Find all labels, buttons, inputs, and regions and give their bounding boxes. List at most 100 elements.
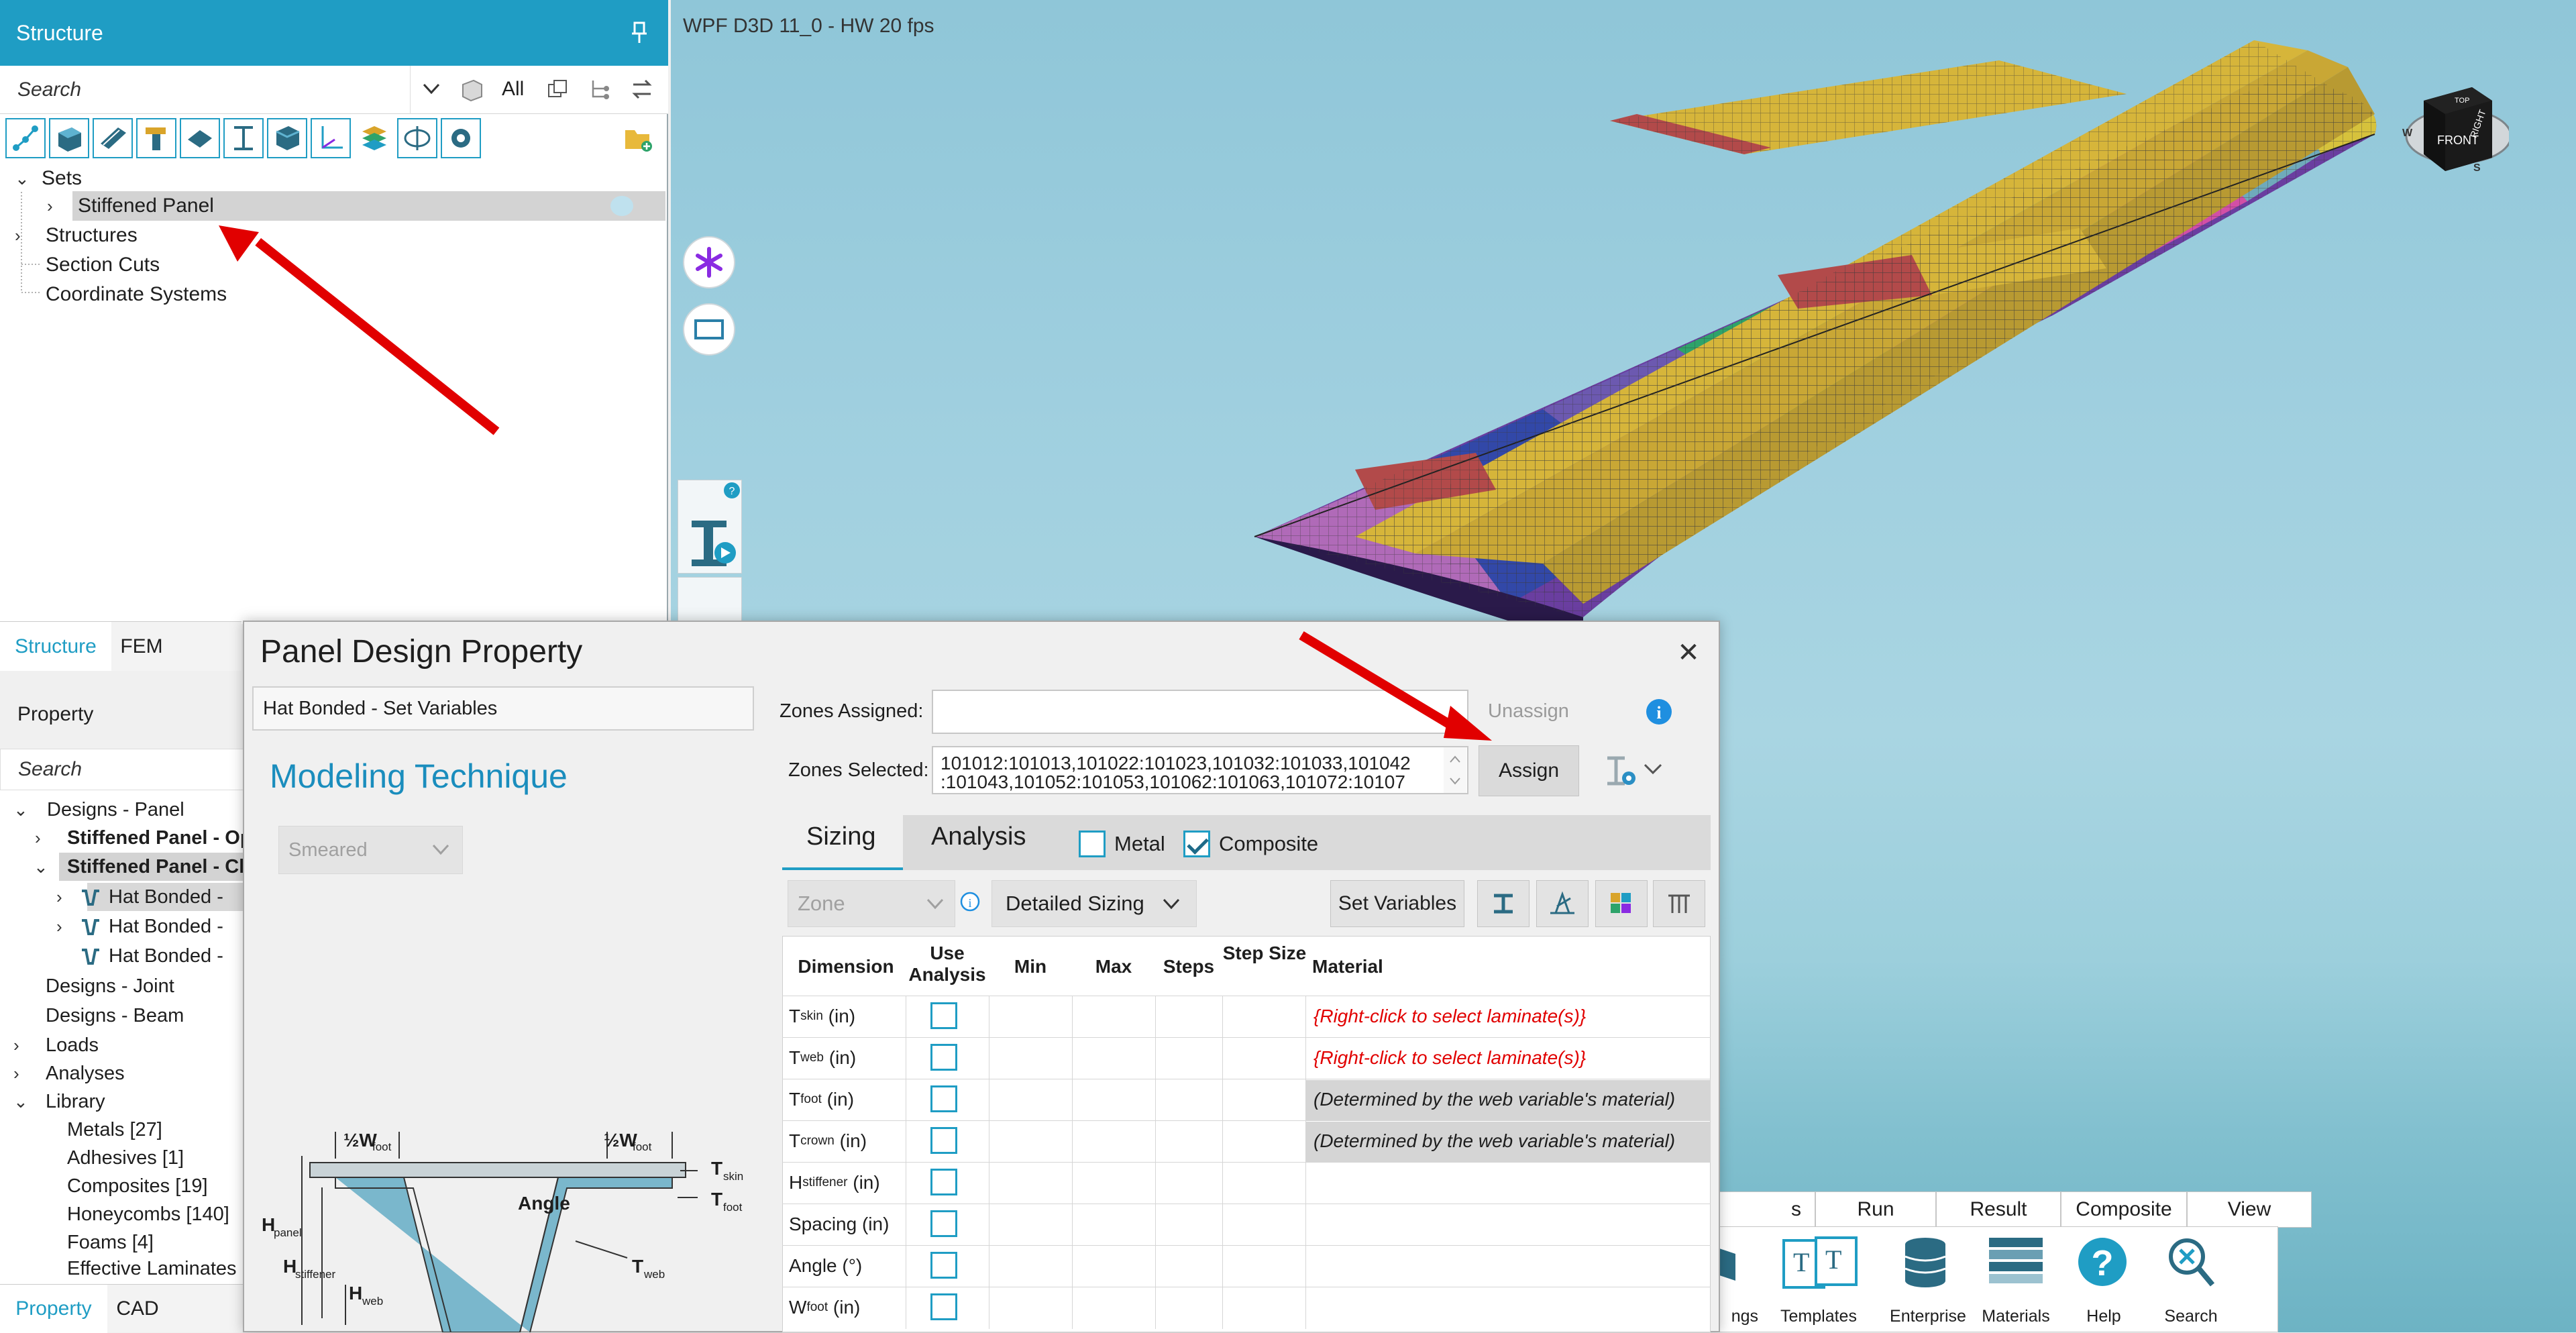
tree-item-stiffened-panel-op[interactable]: › Stiffened Panel - Op (35, 824, 252, 852)
grid-steps-cell[interactable] (1155, 1204, 1222, 1245)
tree-item-designs-beam[interactable]: Designs - Beam (46, 1002, 184, 1030)
set-variables-button[interactable]: Set Variables (1330, 880, 1464, 927)
use-analysis-checkbox[interactable] (930, 1002, 957, 1029)
property-search-input[interactable]: Search (0, 749, 246, 790)
grid-step-size-cell[interactable] (1222, 1120, 1305, 1162)
ribbon-tab-view[interactable]: View (2187, 1191, 2312, 1228)
grid-min-cell[interactable] (989, 1079, 1072, 1120)
node-tool-button[interactable] (5, 118, 46, 158)
tree-item-coordinate-systems[interactable]: Coordinate Systems (46, 280, 227, 309)
chevron-right-icon[interactable]: › (13, 1063, 34, 1084)
grid-step-size-cell[interactable] (1222, 1245, 1305, 1287)
unassign-button[interactable]: Unassign (1488, 700, 1569, 723)
grid-min-cell[interactable] (989, 1162, 1072, 1204)
tree-item-stiffened-panel-cl[interactable]: ⌄ Stiffened Panel - Cl (34, 853, 244, 881)
zones-scrollbar[interactable] (1444, 747, 1466, 793)
use-analysis-checkbox[interactable] (930, 1293, 957, 1320)
tree-item-designs-panel[interactable]: ⌄ Designs - Panel (13, 796, 184, 824)
grid-material-cell[interactable] (1308, 1287, 1313, 1328)
grid-steps-cell[interactable] (1155, 996, 1222, 1037)
ribbon-tab-composite[interactable]: Composite (2061, 1191, 2187, 1228)
stiffener-options-button[interactable] (1603, 753, 1638, 792)
grid-material-cell[interactable]: {Right-click to select laminate(s)} (1308, 1038, 1586, 1078)
all-filter-label[interactable]: All (502, 78, 524, 101)
grid-max-cell[interactable] (1072, 1079, 1155, 1120)
tree-item-hat-bonded-2[interactable]: › Hat Bonded - (56, 912, 223, 941)
structure-search-input[interactable]: Search (0, 66, 411, 114)
grid-max-cell[interactable] (1072, 996, 1155, 1037)
axis-tool-button[interactable] (311, 118, 351, 158)
ribbon-tab-partial[interactable]: s (1715, 1191, 1815, 1228)
grid-min-cell[interactable] (989, 1120, 1072, 1162)
grid-step-size-cell[interactable] (1222, 1037, 1305, 1079)
grid-max-cell[interactable] (1072, 1037, 1155, 1079)
grid-material-cell[interactable]: (Determined by the web variable's materi… (1308, 1121, 1675, 1161)
grid-max-cell[interactable] (1072, 1120, 1155, 1162)
use-analysis-checkbox[interactable] (930, 1044, 957, 1071)
ribbon-button-search[interactable]: Search (2147, 1227, 2235, 1333)
visibility-dot-icon[interactable] (610, 196, 633, 216)
modeling-technique-dropdown[interactable]: Smeared (278, 826, 463, 874)
settings-tool-button[interactable] (441, 118, 481, 158)
grid-steps-cell[interactable] (1155, 1162, 1222, 1204)
ribbon-button-settings[interactable]: ngs (1715, 1227, 1758, 1333)
grid-steps-cell[interactable] (1155, 1287, 1222, 1328)
chevron-right-icon[interactable]: › (56, 887, 76, 908)
section-tool-button[interactable] (397, 118, 437, 158)
tree-item-stiffened-panel[interactable]: › Stiffened Panel (47, 191, 214, 221)
chevron-right-icon[interactable]: › (47, 196, 67, 217)
new-folder-button[interactable] (623, 123, 653, 156)
tree-item-effective-laminates[interactable]: Effective Laminates (67, 1257, 237, 1281)
ribbon-button-enterprise[interactable]: Enterprise (1884, 1227, 1972, 1333)
grid-step-size-cell[interactable] (1222, 1079, 1305, 1120)
tree-item-section-cuts[interactable]: Section Cuts (46, 250, 160, 280)
grid-steps-cell[interactable] (1155, 1120, 1222, 1162)
sizing-mode-dropdown[interactable]: Detailed Sizing (991, 880, 1197, 927)
tree-item-adhesives[interactable]: Adhesives [1] (67, 1144, 184, 1172)
close-icon[interactable]: ✕ (1673, 637, 1704, 668)
metal-checkbox[interactable] (1079, 831, 1106, 857)
ribbon-tab-run[interactable]: Run (1815, 1191, 1936, 1228)
grid-material-cell[interactable] (1308, 1163, 1313, 1203)
grid-min-cell[interactable] (989, 1245, 1072, 1287)
tree-item-foams[interactable]: Foams [4] (67, 1228, 154, 1257)
panel-tool-button[interactable] (93, 118, 133, 158)
cube-filter-icon[interactable] (459, 76, 484, 105)
layers-tool-button[interactable] (356, 118, 393, 158)
chevron-right-icon[interactable]: › (56, 916, 76, 937)
grid-max-cell[interactable] (1072, 1245, 1155, 1287)
grid-material-cell[interactable]: (Determined by the web variable's materi… (1308, 1079, 1675, 1120)
beam-tool-button[interactable] (136, 118, 176, 158)
grid-steps-cell[interactable] (1155, 1245, 1222, 1287)
view-cube[interactable]: FRONT RIGHT TOP W S (2398, 64, 2512, 178)
grid-steps-cell[interactable] (1155, 1037, 1222, 1079)
grid-step-size-cell[interactable] (1222, 1287, 1305, 1328)
ribbon-tab-result[interactable]: Result (1936, 1191, 2061, 1228)
box-select-button[interactable] (683, 303, 735, 356)
tab-cad[interactable]: CAD (107, 1285, 168, 1333)
chevron-down-icon[interactable] (421, 78, 441, 101)
ribbon-button-help[interactable]: ? Help (2060, 1227, 2147, 1333)
chevron-down-icon[interactable]: ⌄ (15, 168, 35, 189)
tab-analysis[interactable]: Analysis (931, 822, 1026, 851)
chevron-down-icon[interactable]: ⌄ (13, 800, 34, 820)
tree-item-hat-bonded-1[interactable]: › Hat Bonded - (56, 883, 223, 911)
tab-property[interactable]: Property (0, 1285, 107, 1333)
tree-item-analyses[interactable]: › Analyses (13, 1059, 125, 1087)
tree-item-sets[interactable]: ⌄ Sets (15, 164, 82, 193)
tab-fem[interactable]: FEM (111, 622, 172, 672)
design-name-field[interactable]: Hat Bonded - Set Variables (252, 686, 754, 731)
tree-item-honeycombs[interactable]: Honeycombs [140] (67, 1200, 229, 1228)
grid-step-size-cell[interactable] (1222, 996, 1305, 1037)
grid-step-size-cell[interactable] (1222, 1204, 1305, 1245)
use-analysis-checkbox[interactable] (930, 1210, 957, 1237)
tree-item-composites[interactable]: Composites [19] (67, 1172, 208, 1200)
tree-item-library[interactable]: ⌄ Library (13, 1087, 105, 1116)
hierarchy-icon[interactable] (588, 78, 610, 104)
grid-max-cell[interactable] (1072, 1287, 1155, 1328)
ribbon-button-templates[interactable]: T T Templates (1758, 1227, 1879, 1333)
chevron-down-icon[interactable]: ⌄ (13, 1091, 34, 1112)
viewcube-top-label[interactable]: TOP (2455, 97, 2469, 105)
ibeam-tool-button[interactable] (223, 118, 264, 158)
grid-material-cell[interactable] (1308, 1204, 1313, 1244)
